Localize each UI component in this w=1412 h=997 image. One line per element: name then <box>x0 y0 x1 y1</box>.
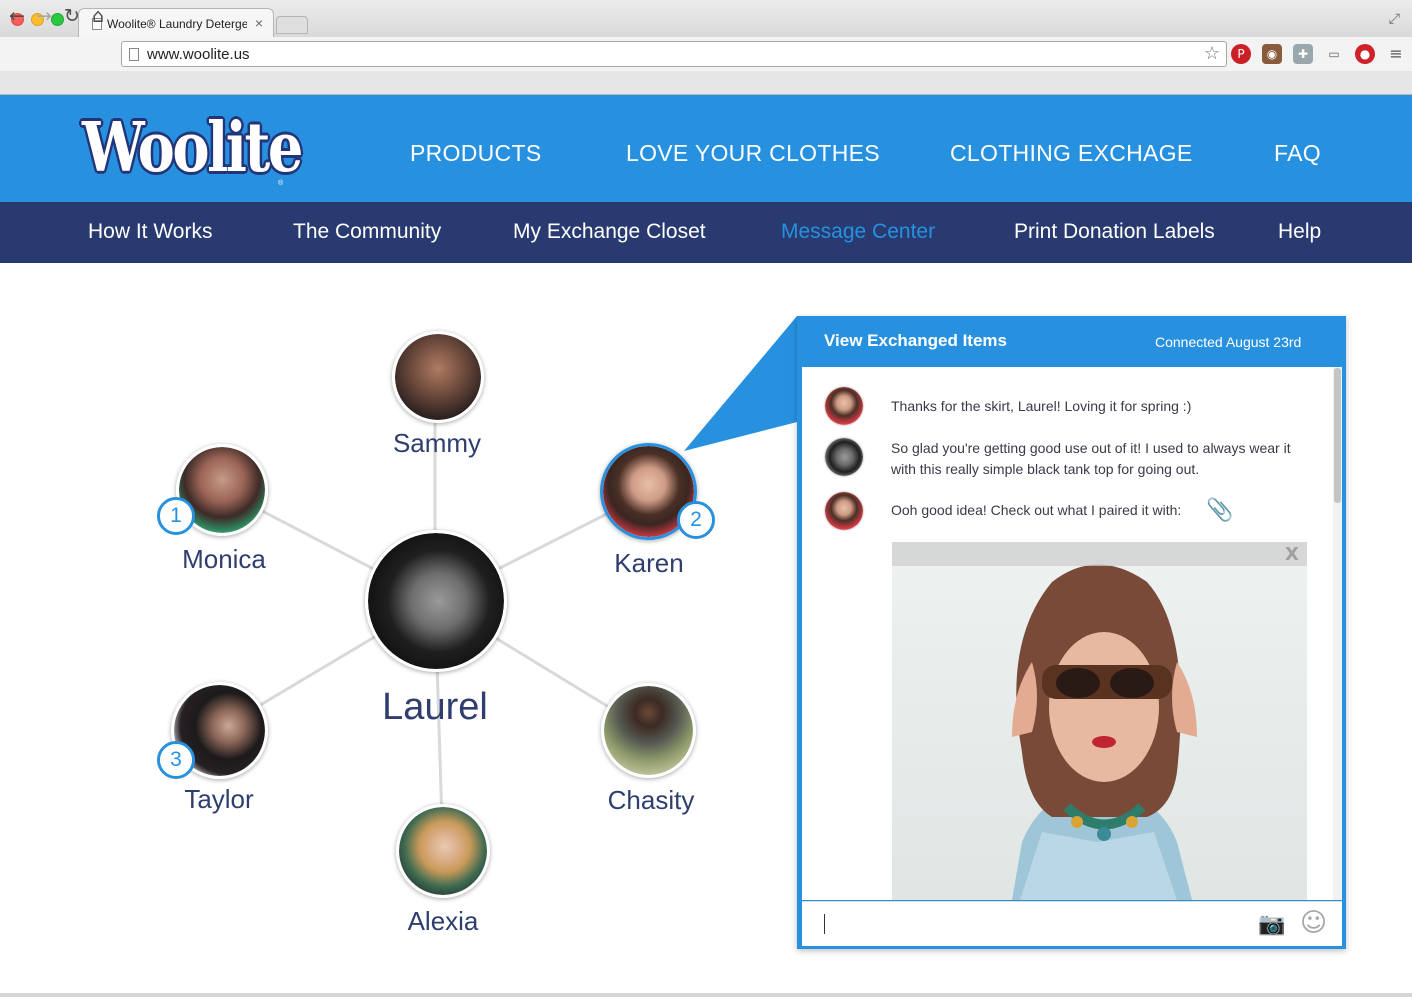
menu-icon[interactable]: ≡ <box>1386 44 1406 64</box>
node-name-taylor[interactable]: Taylor <box>139 784 299 815</box>
message-avatar-karen <box>825 387 863 425</box>
fullscreen-icon[interactable]: ⤢ <box>1389 10 1400 27</box>
message-avatar-karen <box>825 492 863 530</box>
node-name-alexia[interactable]: Alexia <box>363 906 523 937</box>
close-attachment-icon[interactable]: X <box>1285 544 1299 565</box>
connected-date: Connected August 23rd <box>1155 334 1302 350</box>
badge-monica: 1 <box>157 497 195 535</box>
message-text: Ooh good idea! Check out what I paired i… <box>891 502 1182 518</box>
emoji-icon[interactable]: ☺ <box>1300 908 1327 938</box>
nav-faq[interactable]: FAQ <box>1274 140 1321 167</box>
subnav-help[interactable]: Help <box>1278 220 1321 244</box>
text-caret <box>824 914 825 934</box>
avatar-laurel[interactable] <box>365 530 507 672</box>
attached-photo[interactable] <box>892 542 1307 900</box>
cast-icon[interactable]: ▭ <box>1324 44 1344 64</box>
pinterest-icon[interactable]: P <box>1231 44 1251 64</box>
page-bottom-edge <box>0 993 1412 997</box>
extension-plus-icon[interactable]: ✚ <box>1293 44 1313 64</box>
message-text: So glad you're getting good use out of i… <box>891 440 1291 477</box>
view-exchanged-items-link[interactable]: View Exchanged Items <box>824 331 1007 351</box>
photo-illustration <box>1012 564 1197 900</box>
nav-clothing-exchange[interactable]: CLOTHING EXCHAGE <box>950 140 1193 167</box>
photo-header-bar <box>892 542 1307 566</box>
node-name-chasity[interactable]: Chasity <box>571 785 731 816</box>
avatar-alexia[interactable] <box>396 804 490 898</box>
node-name-karen[interactable]: Karen <box>569 548 729 579</box>
camera-icon[interactable]: 📷 <box>1258 912 1285 937</box>
message-avatar-laurel <box>825 438 863 476</box>
badge-taylor: 3 <box>157 741 195 779</box>
instagram-icon[interactable]: ◉ <box>1262 44 1282 64</box>
center-name-laurel: Laurel <box>382 686 488 728</box>
paperclip-icon[interactable]: 📎 <box>1206 498 1233 523</box>
node-name-monica[interactable]: Monica <box>144 544 304 575</box>
chat-scroll-thumb[interactable] <box>1334 368 1341 503</box>
badge-karen: 2 <box>677 501 715 539</box>
avatar-chasity[interactable] <box>601 683 696 778</box>
adblock-icon[interactable]: ● <box>1355 44 1375 64</box>
bookmark-star-icon[interactable]: ☆ <box>1204 43 1220 64</box>
panel-pointer <box>684 316 805 451</box>
message-text: Thanks for the skirt, Laurel! Loving it … <box>891 398 1192 414</box>
subnav-print-donation-labels[interactable]: Print Donation Labels <box>1014 220 1215 244</box>
